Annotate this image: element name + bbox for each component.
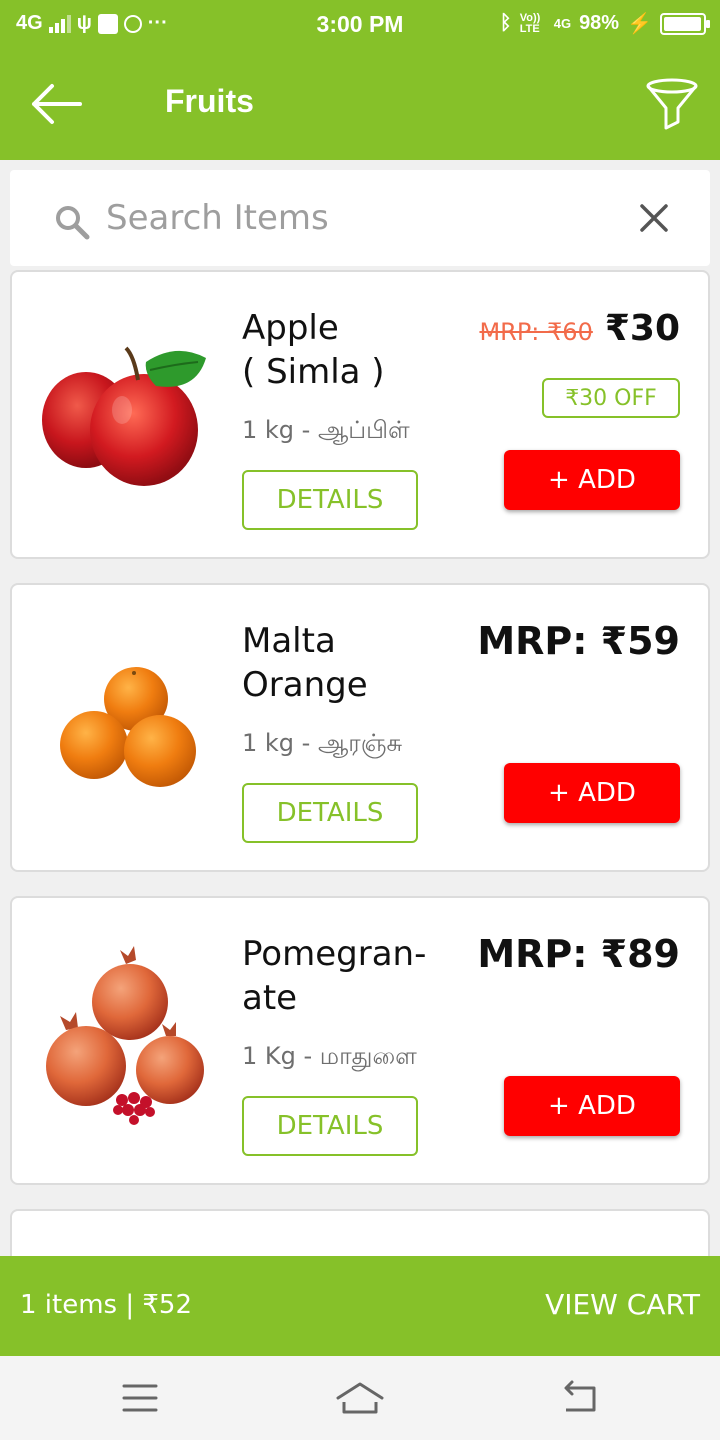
product-name-line2: Orange (242, 665, 368, 705)
sale-price: ₹30 (604, 308, 680, 349)
details-button[interactable]: DETAILS (242, 783, 418, 843)
product-name-line1: Apple (242, 308, 339, 348)
close-icon (640, 204, 668, 232)
volte-label: Vo)) LTE (519, 11, 541, 35)
add-to-cart-button[interactable]: + ADD (504, 450, 680, 510)
product-list[interactable]: Apple ( Simla ) 1 kg - ஆப்பிள் DETAILS M… (0, 266, 720, 1256)
add-to-cart-button[interactable]: + ADD (504, 1076, 680, 1136)
search-input[interactable] (106, 192, 606, 244)
original-price: MRP: ₹60 (479, 318, 593, 346)
charging-icon: ⚡ (627, 13, 652, 35)
search-icon (56, 206, 90, 240)
menu-icon (122, 1384, 158, 1412)
page-title: Fruits (165, 83, 254, 119)
battery-label: 98% (579, 12, 620, 34)
product-quantity: 1 kg - ஆப்பிள் (242, 416, 410, 444)
status-bar: 4G ψ ··· 3:00 PM ᛒ Vo)) LTE 4G 98% ⚡ (0, 0, 720, 50)
cart-bar: 1 items | ₹52 VIEW CART (0, 1256, 720, 1356)
bluetooth-icon: ᛒ (499, 12, 512, 34)
home-icon (336, 1382, 384, 1414)
pomegranate-image (46, 946, 204, 1125)
home-button[interactable] (330, 1376, 390, 1420)
product-name-line2: ate (242, 978, 298, 1018)
data-type-label: 4G (553, 16, 572, 31)
apple-image (42, 346, 206, 486)
app-bar: Fruits (0, 50, 720, 160)
product-name: Malta Orange (242, 619, 462, 707)
product-card-partial[interactable] (10, 1209, 710, 1256)
mrp-price: MRP: ₹89 (477, 932, 680, 976)
product-name: Apple ( Simla ) (242, 306, 462, 394)
product-name-line2: ( Simla ) (242, 352, 385, 392)
search-bar (10, 170, 710, 266)
mrp-price: MRP: ₹59 (477, 619, 680, 663)
price-row: MRP: ₹60 ₹30 (479, 308, 680, 349)
battery-icon (660, 12, 710, 35)
discount-badge: ₹30 OFF (542, 378, 680, 418)
filter-button[interactable] (644, 76, 700, 132)
details-button[interactable]: DETAILS (242, 1096, 418, 1156)
product-card-pomegranate[interactable]: Pomegran- ate 1 Kg - மாதுளை DETAILS MRP:… (10, 896, 710, 1185)
view-cart-button[interactable]: VIEW CART (545, 1288, 700, 1321)
arrow-left-icon (32, 84, 82, 124)
funnel-icon (646, 78, 698, 130)
details-button[interactable]: DETAILS (242, 470, 418, 530)
menu-button[interactable] (110, 1376, 170, 1420)
product-name-line1: Malta (242, 621, 336, 661)
product-quantity: 1 kg - ஆரஞ்சு (242, 729, 403, 757)
system-nav-bar (0, 1356, 720, 1440)
product-card-orange[interactable]: Malta Orange 1 kg - ஆரஞ்சு DETAILS MRP: … (10, 583, 710, 872)
back-nav-icon (564, 1380, 596, 1412)
back-nav-button[interactable] (550, 1376, 610, 1420)
add-to-cart-button[interactable]: + ADD (504, 763, 680, 823)
product-name-line1: Pomegran- (242, 934, 427, 974)
product-name: Pomegran- ate (242, 932, 462, 1020)
status-right: ᛒ Vo)) LTE 4G 98% ⚡ (499, 11, 710, 36)
back-button[interactable] (22, 78, 88, 130)
product-card-apple[interactable]: Apple ( Simla ) 1 kg - ஆப்பிள் DETAILS M… (10, 270, 710, 559)
clear-search-button[interactable] (634, 198, 674, 238)
cart-summary: 1 items | ₹52 (20, 1290, 193, 1320)
orange-image (60, 667, 196, 787)
product-quantity: 1 Kg - மாதுளை (242, 1042, 417, 1070)
